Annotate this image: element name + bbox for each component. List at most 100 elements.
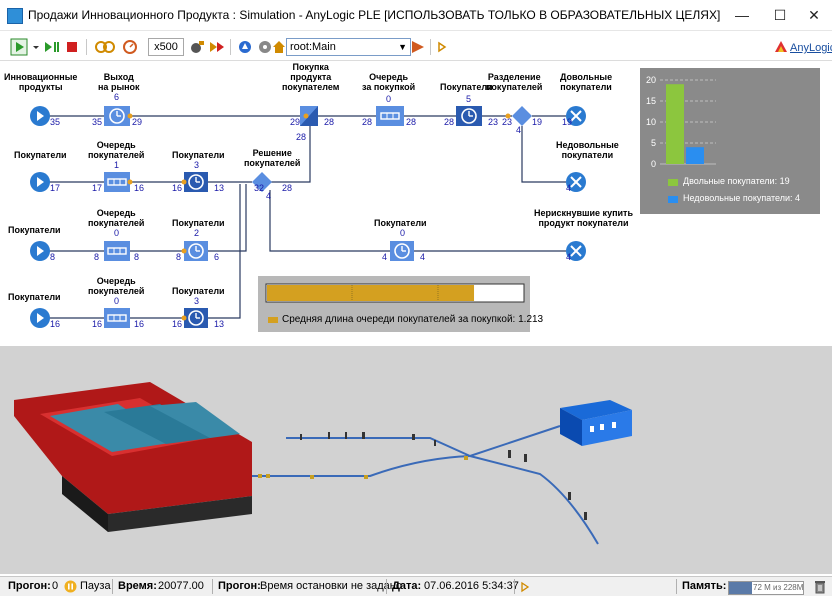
port-count: 29 bbox=[290, 117, 301, 127]
port-count: 28 bbox=[324, 117, 335, 127]
label-buyers-r2b: Покупатели bbox=[172, 150, 225, 160]
trash-icon[interactable] bbox=[814, 579, 826, 594]
port-count: 16 bbox=[92, 319, 103, 329]
delay-block-r3[interactable] bbox=[184, 241, 208, 261]
status-separator bbox=[212, 579, 213, 594]
chart-bar bbox=[686, 147, 704, 164]
next-event-icon[interactable] bbox=[520, 581, 530, 593]
step-icon[interactable] bbox=[42, 38, 62, 56]
home-icon[interactable] bbox=[272, 38, 286, 56]
count-buyers-r3b: 2 bbox=[194, 228, 200, 238]
port-count: 4 bbox=[566, 252, 572, 262]
service-block-purchase[interactable] bbox=[300, 106, 318, 126]
delay-block-r2[interactable] bbox=[184, 172, 208, 192]
label-unsatisfied: Недовольные покупатели bbox=[556, 140, 619, 160]
queue-block-r2[interactable] bbox=[104, 172, 130, 192]
memory-value: 72 M из 228M bbox=[753, 583, 804, 592]
label-queue-r2: Очередь покупателей bbox=[88, 140, 145, 160]
port-count: 4 bbox=[266, 191, 272, 201]
next-icon[interactable] bbox=[436, 38, 448, 56]
time-value: 20077.00 bbox=[158, 580, 204, 592]
chevron-down-icon: ▼ bbox=[398, 42, 407, 52]
speed-field[interactable]: x500 bbox=[148, 38, 184, 56]
label-buyers-r4b: Покупатели bbox=[172, 286, 225, 296]
port-count: 35 bbox=[50, 117, 61, 127]
toolbar: x500 root:Main ▼ AnyLogic bbox=[0, 34, 832, 61]
pause-label: Пауза bbox=[80, 580, 111, 592]
port-count: 35 bbox=[92, 117, 103, 127]
port-count: 28 bbox=[444, 117, 455, 127]
label-satisfied: Довольные покупатели bbox=[560, 72, 613, 92]
date-value: 07.06.2016 5:34:37 bbox=[424, 580, 519, 592]
count-buyers-mid: 0 bbox=[400, 228, 406, 238]
close-button[interactable]: ✕ bbox=[796, 4, 832, 26]
anylogic-link[interactable]: AnyLogic bbox=[790, 42, 832, 54]
chart-tick-label: 10 bbox=[646, 117, 656, 127]
minimize-button[interactable]: — bbox=[724, 4, 760, 26]
maximize-button[interactable]: ☐ bbox=[762, 4, 798, 26]
port-count: 13 bbox=[214, 183, 225, 193]
go-icon[interactable] bbox=[410, 38, 426, 56]
camera-icon[interactable] bbox=[188, 38, 206, 56]
delay-block-r4[interactable] bbox=[184, 308, 208, 328]
delay-block-buyers-top[interactable] bbox=[456, 106, 482, 126]
stop-icon[interactable] bbox=[64, 38, 80, 56]
queue-block-r4[interactable] bbox=[104, 308, 130, 328]
port-count: 28 bbox=[406, 117, 417, 127]
label-decision: Решение покупателей bbox=[244, 148, 301, 168]
slower-icon[interactable] bbox=[94, 38, 116, 56]
source-block-3[interactable] bbox=[30, 241, 50, 261]
port-count: 8 bbox=[134, 252, 140, 262]
window-title: Продажи Инновационного Продукта : Simula… bbox=[28, 8, 721, 22]
source-block-2[interactable] bbox=[30, 172, 50, 192]
port-count: 8 bbox=[50, 252, 56, 262]
label-buyers-r2: Покупатели bbox=[14, 150, 67, 160]
avg-queue-label: Средняя длина очереди покупателей за пок… bbox=[282, 314, 544, 325]
queue-block-purchase[interactable] bbox=[376, 106, 404, 126]
3d-animation-view[interactable] bbox=[0, 346, 832, 574]
root-selector-value: root:Main bbox=[290, 41, 336, 53]
status-separator bbox=[386, 579, 387, 594]
count-buyers-r2b: 3 bbox=[194, 160, 200, 170]
port-count: 4 bbox=[566, 183, 572, 193]
port-count: 17 bbox=[92, 183, 103, 193]
label-buyers-r3b: Покупатели bbox=[172, 218, 225, 228]
date-label: Дата: bbox=[392, 580, 422, 592]
port-count: 13 bbox=[214, 319, 225, 329]
label-buyers-r3: Покупатели bbox=[8, 225, 61, 235]
label-buyers-top: Покупатели bbox=[440, 82, 493, 92]
count-queue-r2: 1 bbox=[114, 160, 120, 170]
navigate-icon[interactable] bbox=[236, 38, 254, 56]
port-count: 16 bbox=[134, 183, 145, 193]
speed-up-icon[interactable] bbox=[208, 38, 226, 56]
clock-icon[interactable] bbox=[120, 38, 140, 56]
queue-block-r3[interactable] bbox=[104, 241, 130, 261]
run-icon[interactable] bbox=[10, 38, 30, 56]
memory-bar: 72 M из 228M bbox=[728, 581, 804, 595]
chart-tick-label: 5 bbox=[651, 138, 656, 148]
port-count: 23 bbox=[488, 117, 499, 127]
source-block-1[interactable] bbox=[30, 106, 50, 126]
run-dropdown-icon[interactable] bbox=[32, 38, 40, 56]
port-count: 16 bbox=[50, 319, 61, 329]
label-split: Разделение покупателей bbox=[486, 72, 543, 92]
chart-tick-label: 0 bbox=[651, 159, 656, 169]
toolbar-separator bbox=[430, 39, 431, 55]
count-queue-r3: 0 bbox=[114, 228, 120, 238]
select-block-split[interactable] bbox=[512, 106, 532, 126]
pause-icon bbox=[64, 580, 77, 593]
root-selector[interactable]: root:Main ▼ bbox=[286, 38, 411, 56]
port-count: 8 bbox=[176, 252, 182, 262]
count-exit-market: 6 bbox=[114, 92, 120, 102]
delay-block-mid[interactable] bbox=[390, 241, 414, 261]
source-block-4[interactable] bbox=[30, 308, 50, 328]
legend-swatch-unsatisfied bbox=[668, 196, 678, 203]
label-exit-market: Выход на рынок bbox=[98, 72, 140, 92]
count-buyers-top: 5 bbox=[466, 94, 472, 104]
label-queue-purchase: Очередь за покупкой bbox=[362, 72, 416, 92]
delay-block-exit[interactable] bbox=[104, 106, 130, 126]
avg-queue-legend-swatch bbox=[268, 317, 278, 323]
port-count: 28 bbox=[362, 117, 373, 127]
port-count: 17 bbox=[50, 183, 61, 193]
label-no-risk: Нерискнувшие купить продукт покупатели bbox=[534, 208, 633, 228]
